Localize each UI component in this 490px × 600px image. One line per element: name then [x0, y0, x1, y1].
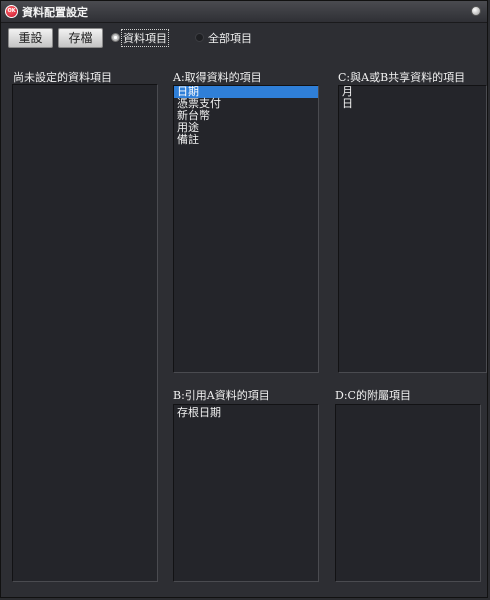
panel-d-label: D:C的附屬項目	[335, 389, 411, 402]
list-item[interactable]: 日	[339, 98, 486, 110]
title-bar[interactable]: OK 資料配置設定	[1, 1, 487, 23]
panel-c-label: C:與A或B共享資料的項目	[338, 71, 466, 84]
radio-data-items-label[interactable]: 資料項目	[121, 29, 169, 47]
close-icon[interactable]	[471, 6, 481, 16]
reset-button[interactable]: 重設	[8, 28, 53, 48]
config-window: OK 資料配置設定 重設 存檔 資料項目 全部項目 尚未設定的資料項目 A:取得…	[0, 0, 488, 598]
panel-c-listbox[interactable]: 月 日	[338, 85, 487, 373]
radio-data-items[interactable]	[111, 33, 120, 42]
toolbar: 重設 存檔 資料項目 全部項目	[1, 23, 487, 51]
window-title: 資料配置設定	[22, 6, 88, 19]
unassigned-panel-label: 尚未設定的資料項目	[13, 71, 112, 84]
save-button[interactable]: 存檔	[58, 28, 103, 48]
list-item[interactable]: 月	[339, 86, 486, 98]
panel-d-listbox[interactable]	[335, 404, 481, 582]
panel-a-label: A:取得資料的項目	[173, 71, 262, 84]
unassigned-listbox[interactable]	[12, 84, 158, 582]
list-item[interactable]: 備註	[174, 134, 318, 146]
panel-a-listbox[interactable]: 日期 憑票支付 新台幣 用途 備註	[173, 85, 319, 373]
radio-all-items[interactable]	[195, 33, 204, 42]
app-icon: OK	[5, 5, 18, 18]
radio-all-items-label[interactable]: 全部項目	[208, 30, 252, 46]
panel-b-label: B:引用A資料的項目	[173, 389, 270, 402]
panel-b-listbox[interactable]: 存根日期	[173, 404, 319, 582]
list-item[interactable]: 存根日期	[174, 407, 318, 419]
